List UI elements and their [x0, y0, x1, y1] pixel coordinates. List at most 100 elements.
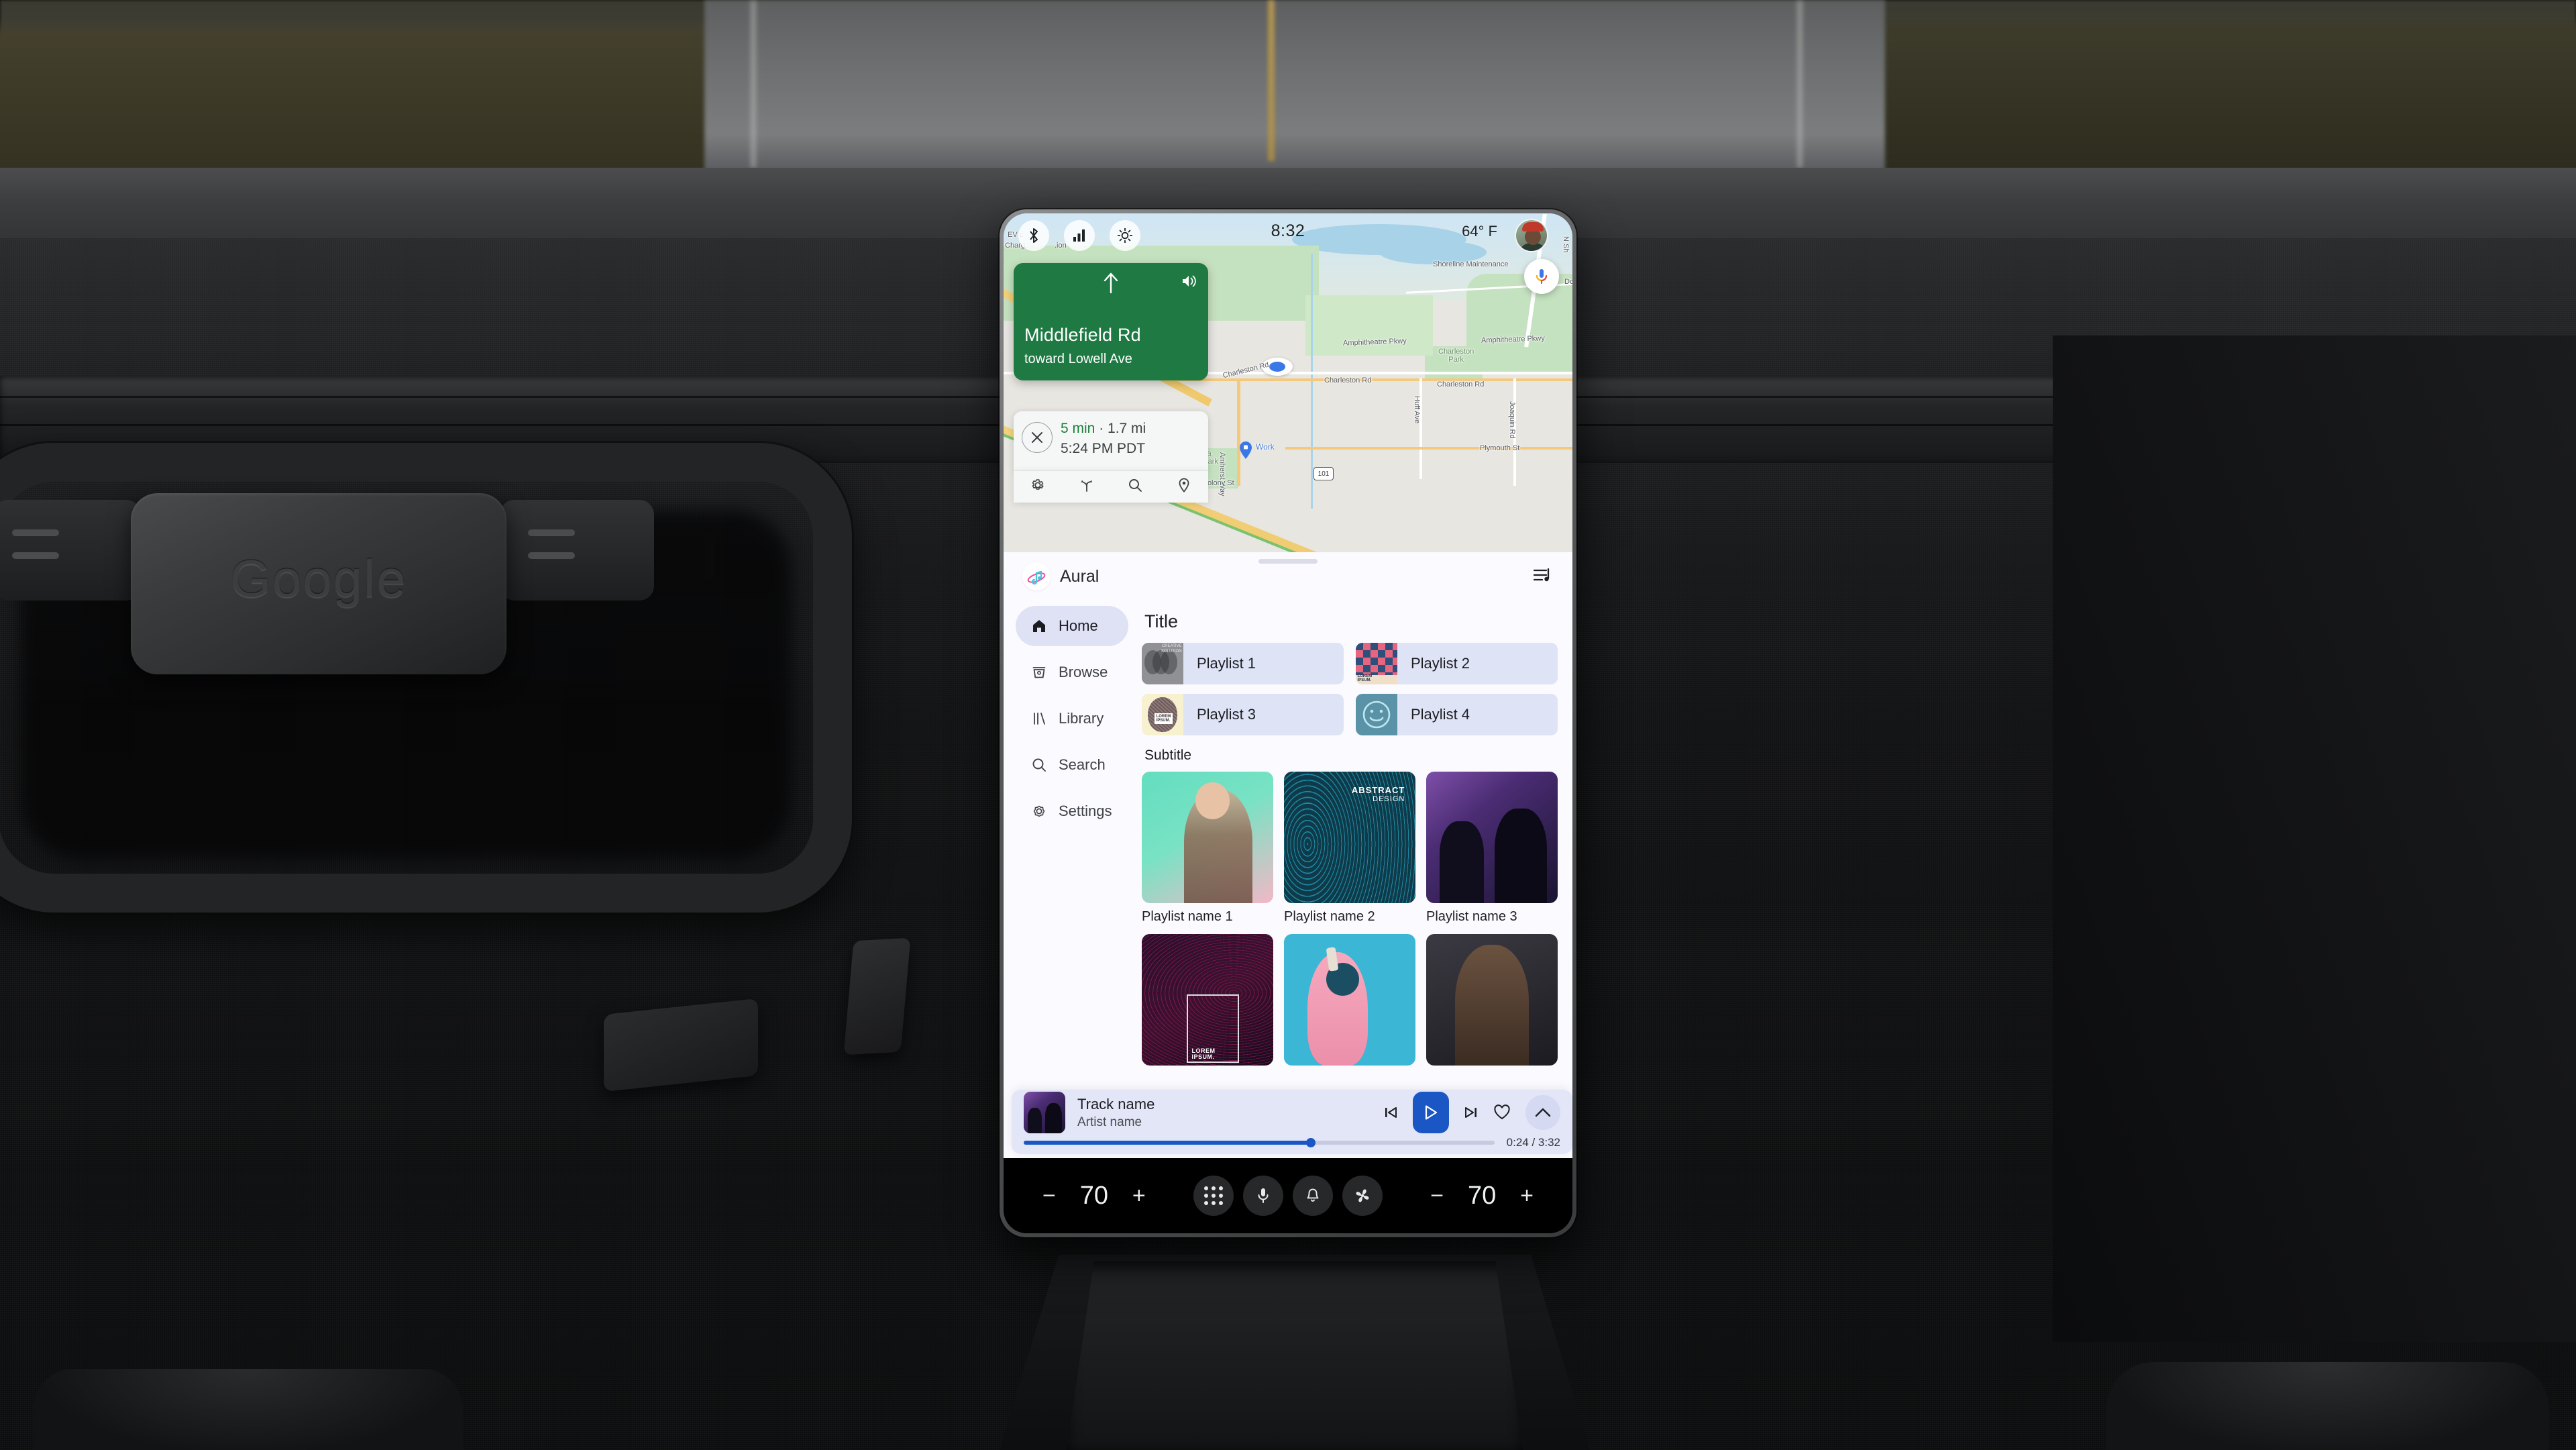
highway-shield: 101 [1313, 467, 1334, 480]
album-card[interactable] [1284, 934, 1415, 1066]
nav-toward-text: toward Lowell Ave [1024, 352, 1132, 366]
volume-control-right: − 70 + [1430, 1182, 1534, 1210]
play-button[interactable] [1413, 1092, 1449, 1133]
volume-control-left: − 70 + [1042, 1182, 1146, 1210]
close-icon[interactable] [1022, 422, 1053, 453]
album-card[interactable]: ABSTRACT DESIGN Playlist name 2 [1284, 772, 1415, 925]
settings-icon [1030, 802, 1048, 820]
queue-music-icon[interactable] [1533, 567, 1552, 588]
search-icon [1030, 756, 1048, 774]
album-label: Playlist name 3 [1426, 909, 1517, 924]
playlist-thumbnail: CREATIVE SOLUTION [1142, 643, 1183, 684]
playback-controls [1383, 1092, 1560, 1133]
app-title: Aural [1060, 566, 1099, 586]
playlist-label: Playlist 4 [1411, 706, 1470, 723]
volume-decrease-right[interactable]: − [1430, 1184, 1444, 1207]
album-label: Playlist name 2 [1284, 909, 1375, 924]
media-player-row: Track name Artist name [1012, 1090, 1572, 1135]
library-icon [1030, 710, 1048, 727]
map-label: Doc [1564, 278, 1572, 286]
playlist-label: Playlist 2 [1411, 655, 1470, 672]
volume-decrease-left[interactable]: − [1042, 1184, 1056, 1207]
sidebar-item-label: Search [1059, 756, 1106, 773]
sidebar-item-search[interactable]: Search [1016, 745, 1128, 785]
album-art-subtitle: DESIGN [1373, 794, 1405, 803]
avatar[interactable] [1515, 219, 1548, 252]
status-temperature: 64° F [1462, 223, 1497, 240]
brake-pedal [843, 937, 911, 1055]
eta-duration-distance: 5 min · 1.7 mi [1061, 421, 1146, 437]
playlist-thumbnail [1356, 694, 1397, 735]
road-edge-line-left [751, 0, 755, 168]
routes-icon[interactable] [1079, 478, 1094, 496]
straight-arrow-icon [1102, 272, 1120, 297]
heart-outline-icon[interactable] [1493, 1104, 1511, 1121]
app-header: Aural [1004, 552, 1572, 601]
album-card[interactable]: LOREM IPSUM. [1142, 934, 1273, 1066]
now-playing-art [1024, 1092, 1065, 1133]
album-art-title: ABSTRACT [1351, 784, 1405, 795]
album-card[interactable]: Playlist name 3 [1426, 772, 1558, 925]
map-green-area [1305, 295, 1433, 356]
section-subtitle: Subtitle [1144, 747, 1192, 763]
apps-grid-icon[interactable] [1193, 1176, 1234, 1216]
road-edge-line-right [1798, 0, 1802, 168]
map-label: Plymouth St [1480, 444, 1520, 452]
playlist-thumbnail: LOREM IPSUM. [1142, 694, 1183, 735]
album-card[interactable]: Playlist name 1 [1142, 772, 1273, 925]
steering-wheel-hub: Google [131, 493, 506, 674]
map-pane[interactable]: Work EV c Charg. .ion Shoreline Maintena… [1004, 213, 1572, 552]
volume-on-icon[interactable] [1181, 274, 1197, 292]
system-icon-row [1193, 1176, 1383, 1216]
playlist-card[interactable]: CREATIVE SOLUTION Playlist 1 [1142, 643, 1344, 684]
progress-slider[interactable] [1024, 1138, 1495, 1147]
volume-increase-left[interactable]: + [1132, 1184, 1146, 1207]
album-card[interactable] [1426, 934, 1558, 1066]
album-art [1284, 934, 1415, 1066]
browse-icon [1030, 664, 1048, 681]
work-destination-pin[interactable] [1240, 442, 1252, 462]
settings-icon[interactable] [1030, 478, 1045, 496]
map-label: Charleston Park [1438, 348, 1474, 364]
skip-previous-icon[interactable] [1383, 1105, 1398, 1120]
sidebar-item-library[interactable]: Library [1016, 698, 1128, 739]
navigation-instruction-card[interactable]: Middlefield Rd toward Lowell Ave [1014, 263, 1208, 380]
aural-logo-icon [1022, 562, 1051, 590]
passenger-door-panel [2053, 335, 2576, 1342]
infotainment-screen: Work EV c Charg. .ion Shoreline Maintena… [1004, 213, 1572, 1233]
chevron-up-icon[interactable] [1525, 1095, 1560, 1130]
bell-icon[interactable] [1293, 1176, 1333, 1216]
sidebar-item-label: Home [1059, 617, 1098, 634]
assistant-mic-icon[interactable] [1524, 259, 1559, 294]
map-toolbar[interactable] [1014, 470, 1208, 503]
sidebar-item-label: Settings [1059, 802, 1112, 819]
system-bar: − 70 + − 70 + [1004, 1158, 1572, 1233]
app-content: Title CREATIVE SOLUTION Playlist 1 LOREM I… [1138, 601, 1572, 1159]
map-label: .ion [1055, 242, 1067, 250]
search-icon[interactable] [1128, 478, 1142, 496]
playlist-label: Playlist 1 [1197, 655, 1256, 672]
volume-increase-right[interactable]: + [1520, 1184, 1534, 1207]
map-stream [1311, 254, 1313, 509]
eta-card[interactable]: 5 min · 1.7 mi 5:24 PM PDT [1014, 411, 1208, 470]
music-app-pane: Aural Home Browse Library Search Setting… [1004, 552, 1572, 1159]
location-pin-icon[interactable] [1177, 478, 1191, 496]
sidebar-item-settings[interactable]: Settings [1016, 791, 1128, 831]
sidebar-item-label: Browse [1059, 664, 1108, 680]
map-label: Amherst Way [1218, 452, 1226, 497]
sidebar-item-home[interactable]: Home [1016, 606, 1128, 646]
playlist-grid: CREATIVE SOLUTION Playlist 1 LOREM IPSUM. … [1142, 643, 1558, 735]
playlist-card[interactable]: Playlist 4 [1356, 694, 1558, 735]
skip-next-icon[interactable] [1464, 1105, 1479, 1120]
playlist-card[interactable]: LOREM IPSUM. Playlist 3 [1142, 694, 1344, 735]
album-art: ABSTRACT DESIGN [1284, 772, 1415, 903]
microphone-icon[interactable] [1243, 1176, 1283, 1216]
track-name: Track name [1077, 1095, 1155, 1112]
roadside-hill-left [0, 27, 805, 188]
google-wheel-logo: Google [230, 549, 407, 608]
map-road-major [1285, 447, 1572, 450]
map-label: Work [1256, 442, 1275, 452]
sidebar-item-browse[interactable]: Browse [1016, 652, 1128, 692]
playlist-card[interactable]: LOREM IPSUM. Playlist 2 [1356, 643, 1558, 684]
fan-icon[interactable] [1342, 1176, 1383, 1216]
